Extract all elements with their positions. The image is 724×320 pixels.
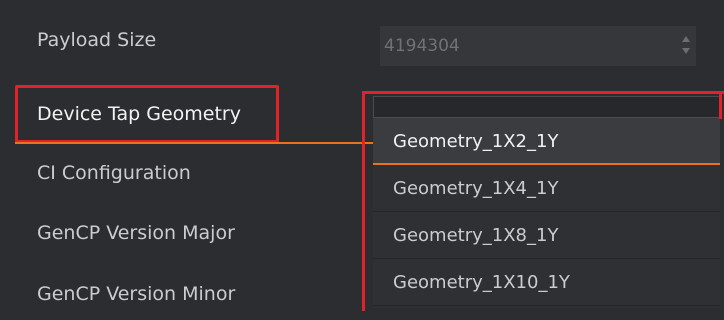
property-label-payload-size: Payload Size xyxy=(37,29,157,51)
spin-up-icon[interactable] xyxy=(682,36,690,42)
property-label-ci-configuration: CI Configuration xyxy=(37,162,191,184)
property-row-payload-size: Payload Size 4194304 xyxy=(0,14,724,66)
geometry-dropdown-list: Geometry_1X2_1Y Geometry_1X4_1Y Geometry… xyxy=(373,118,720,308)
payload-size-value: 4194304 xyxy=(384,36,460,56)
dropdown-option[interactable]: Geometry_1X8_1Y xyxy=(373,212,720,259)
dropdown-option[interactable]: Geometry_1X10_1Y xyxy=(373,259,720,306)
dropdown-highlight-box-top xyxy=(362,91,724,94)
geometry-dropdown-field[interactable] xyxy=(373,96,720,118)
selected-row-underline xyxy=(15,142,375,144)
property-panel: Payload Size 4194304 Device Tap Geometry… xyxy=(0,0,724,311)
spin-down-icon[interactable] xyxy=(682,48,690,54)
dropdown-option[interactable]: Geometry_1X2_1Y xyxy=(373,118,720,165)
property-label-gencp-version-major: GenCP Version Major xyxy=(37,222,235,244)
property-label-gencp-version-minor: GenCP Version Minor xyxy=(37,283,236,305)
spin-buttons[interactable] xyxy=(682,34,690,58)
payload-size-field[interactable]: 4194304 xyxy=(380,26,696,66)
dropdown-highlight-box-left xyxy=(362,91,370,311)
label-highlight-box xyxy=(15,85,279,143)
dropdown-option[interactable]: Geometry_1X4_1Y xyxy=(373,165,720,212)
dropdown-highlight-box-right xyxy=(719,91,722,119)
